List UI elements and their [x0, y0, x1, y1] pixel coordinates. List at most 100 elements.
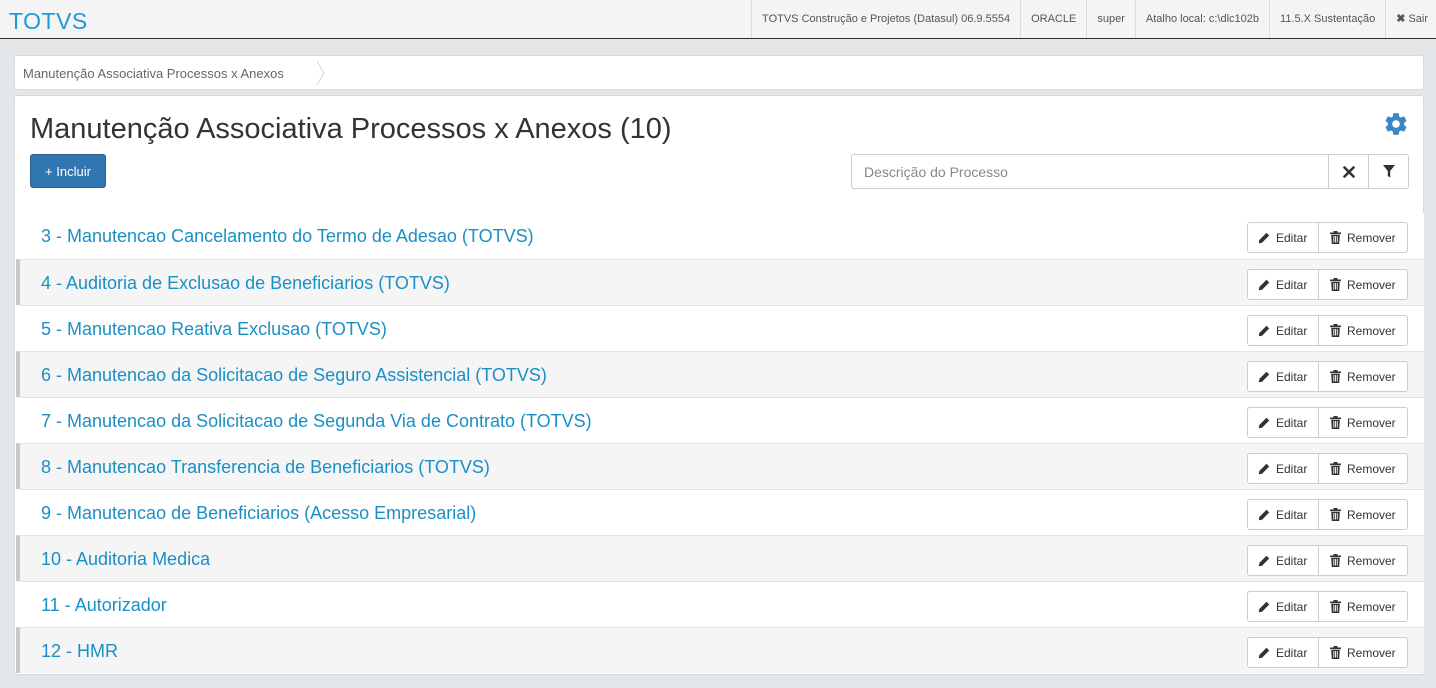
- process-link[interactable]: 11 - Autorizador: [41, 595, 167, 616]
- list-item: 5 - Manutencao Reativa Exclusao (TOTVS) …: [16, 305, 1424, 351]
- remove-button[interactable]: Remover: [1319, 407, 1408, 438]
- row-actions: Editar Remover: [1247, 269, 1408, 300]
- remove-button[interactable]: Remover: [1319, 453, 1408, 484]
- pencil-icon: [1258, 463, 1270, 474]
- search-input[interactable]: [851, 154, 1330, 189]
- edit-button[interactable]: Editar: [1247, 453, 1319, 484]
- logout-label: Sair: [1408, 13, 1428, 25]
- process-link[interactable]: 3 - Manutencao Cancelamento do Termo de …: [41, 226, 534, 247]
- shortcut-info: Atalho local: c:\dlc102b: [1134, 0, 1269, 38]
- breadcrumb-item-current[interactable]: Manutenção Associativa Processos x Anexo…: [23, 66, 284, 81]
- edit-label: Editar: [1276, 553, 1308, 568]
- edit-label: Editar: [1276, 369, 1308, 384]
- remove-label: Remover: [1347, 553, 1396, 568]
- remove-button[interactable]: Remover: [1319, 269, 1408, 300]
- trash-icon: [1330, 600, 1341, 613]
- remove-button[interactable]: Remover: [1319, 591, 1408, 622]
- close-icon: ✖: [1396, 13, 1406, 25]
- pencil-icon: [1258, 325, 1270, 336]
- list-item: 4 - Auditoria de Exclusao de Beneficiari…: [16, 259, 1424, 305]
- edit-label: Editar: [1276, 230, 1308, 245]
- remove-label: Remover: [1347, 599, 1396, 614]
- process-link[interactable]: 7 - Manutencao da Solicitacao de Segunda…: [41, 411, 592, 432]
- pencil-icon: [1258, 232, 1270, 243]
- edit-button[interactable]: Editar: [1247, 407, 1319, 438]
- edit-button[interactable]: Editar: [1247, 591, 1319, 622]
- pencil-icon: [1258, 509, 1270, 520]
- list-item: 12 - HMR Editar Remover: [16, 627, 1424, 673]
- process-link[interactable]: 12 - HMR: [41, 641, 118, 662]
- pencil-icon: [1258, 555, 1270, 566]
- process-link[interactable]: 10 - Auditoria Medica: [41, 549, 210, 570]
- edit-button[interactable]: Editar: [1247, 637, 1319, 668]
- process-link[interactable]: 5 - Manutencao Reativa Exclusao (TOTVS): [41, 319, 387, 340]
- filter-button[interactable]: [1369, 154, 1409, 189]
- clear-search-button[interactable]: [1329, 154, 1370, 189]
- trash-icon: [1330, 646, 1341, 659]
- edit-button[interactable]: Editar: [1247, 545, 1319, 576]
- product-info: TOTVS Construção e Projetos (Datasul) 06…: [751, 0, 1020, 38]
- row-actions: Editar Remover: [1247, 453, 1408, 484]
- edit-label: Editar: [1276, 645, 1308, 660]
- process-link[interactable]: 4 - Auditoria de Exclusao de Beneficiari…: [41, 273, 450, 294]
- edit-button[interactable]: Editar: [1247, 222, 1319, 253]
- top-bar: TOTVS TOTVS Construção e Projetos (Datas…: [0, 0, 1436, 39]
- list-item: 7 - Manutencao da Solicitacao de Segunda…: [16, 397, 1424, 443]
- trash-icon: [1330, 508, 1341, 521]
- trash-icon: [1330, 416, 1341, 429]
- remove-label: Remover: [1347, 507, 1396, 522]
- pencil-icon: [1258, 601, 1270, 612]
- trash-icon: [1330, 231, 1341, 244]
- row-actions: Editar Remover: [1247, 407, 1408, 438]
- edit-label: Editar: [1276, 461, 1308, 476]
- list-item: 3 - Manutencao Cancelamento do Termo de …: [16, 213, 1424, 259]
- logout-button[interactable]: ✖ Sair: [1385, 0, 1436, 38]
- remove-button[interactable]: Remover: [1319, 499, 1408, 530]
- remove-label: Remover: [1347, 277, 1396, 292]
- version-info: 11.5.X Sustentação: [1269, 0, 1385, 38]
- list-item: 8 - Manutencao Transferencia de Benefici…: [16, 443, 1424, 489]
- edit-button[interactable]: Editar: [1247, 269, 1319, 300]
- remove-label: Remover: [1347, 461, 1396, 476]
- row-actions: Editar Remover: [1247, 499, 1408, 530]
- trash-icon: [1330, 278, 1341, 291]
- page-title: Manutenção Associativa Processos x Anexo…: [30, 113, 672, 145]
- row-actions: Editar Remover: [1247, 222, 1408, 253]
- edit-label: Editar: [1276, 415, 1308, 430]
- close-icon: [1342, 165, 1355, 178]
- row-actions: Editar Remover: [1247, 545, 1408, 576]
- pencil-icon: [1258, 417, 1270, 428]
- remove-label: Remover: [1347, 645, 1396, 660]
- remove-button[interactable]: Remover: [1319, 637, 1408, 668]
- pencil-icon: [1258, 647, 1270, 658]
- process-link[interactable]: 6 - Manutencao da Solicitacao de Seguro …: [41, 365, 547, 386]
- filter-icon: [1382, 165, 1395, 178]
- trash-icon: [1330, 324, 1341, 337]
- brand-logo[interactable]: TOTVS: [9, 8, 88, 35]
- top-info-bar: TOTVS Construção e Projetos (Datasul) 06…: [751, 0, 1436, 38]
- process-list: 3 - Manutencao Cancelamento do Termo de …: [16, 213, 1424, 673]
- edit-button[interactable]: Editar: [1247, 315, 1319, 346]
- trash-icon: [1330, 554, 1341, 567]
- remove-button[interactable]: Remover: [1319, 315, 1408, 346]
- search-bar: [851, 154, 1409, 189]
- edit-label: Editar: [1276, 323, 1308, 338]
- gear-icon[interactable]: [1383, 111, 1409, 137]
- trash-icon: [1330, 370, 1341, 383]
- pencil-icon: [1258, 371, 1270, 382]
- edit-label: Editar: [1276, 277, 1308, 292]
- list-item: 9 - Manutencao de Beneficiarios (Acesso …: [16, 489, 1424, 535]
- process-link[interactable]: 9 - Manutencao de Beneficiarios (Acesso …: [41, 503, 476, 524]
- edit-label: Editar: [1276, 599, 1308, 614]
- list-item: 11 - Autorizador Editar Remover: [16, 581, 1424, 627]
- remove-label: Remover: [1347, 415, 1396, 430]
- database-info: ORACLE: [1020, 0, 1086, 38]
- remove-button[interactable]: Remover: [1319, 361, 1408, 392]
- edit-button[interactable]: Editar: [1247, 499, 1319, 530]
- remove-button[interactable]: Remover: [1319, 545, 1408, 576]
- process-link[interactable]: 8 - Manutencao Transferencia de Benefici…: [41, 457, 490, 478]
- remove-button[interactable]: Remover: [1319, 222, 1408, 253]
- edit-button[interactable]: Editar: [1247, 361, 1319, 392]
- main-panel: Manutenção Associativa Processos x Anexo…: [14, 95, 1424, 675]
- add-button[interactable]: + Incluir: [30, 154, 106, 188]
